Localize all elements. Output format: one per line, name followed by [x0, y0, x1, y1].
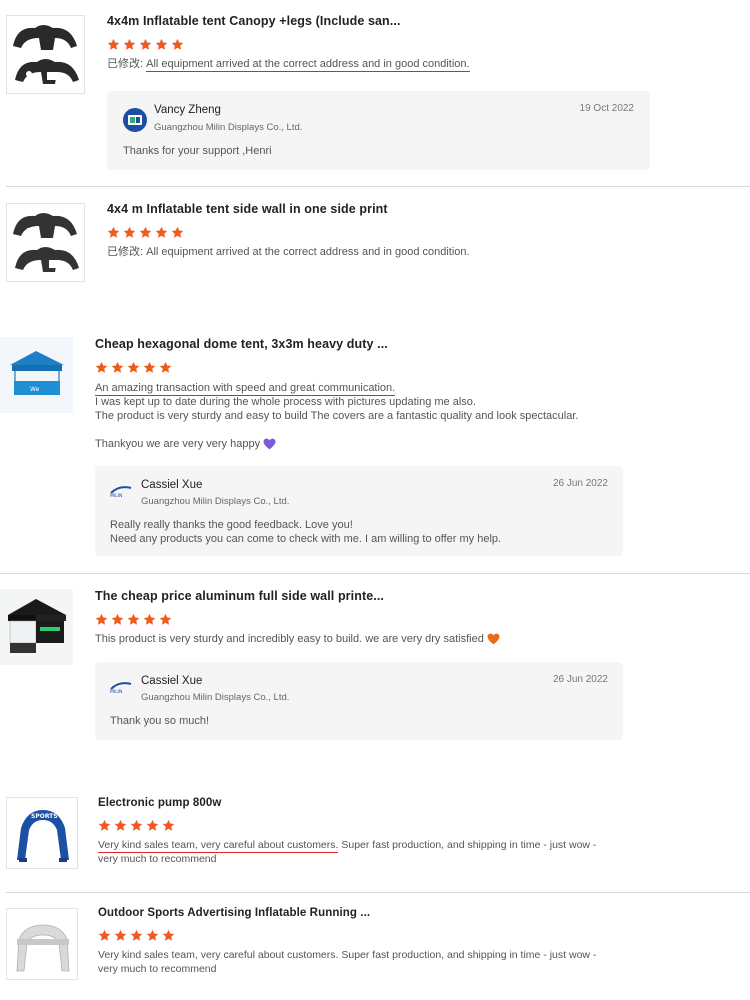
star-icon: [107, 226, 120, 238]
star-icon: [111, 361, 124, 373]
seller-reply: MILIN Cassiel Xue Guangzhou Milin Displa…: [95, 466, 623, 556]
review-text-line: The product is very sturdy and easy to b…: [95, 410, 579, 422]
reply-text: Thanks for your support ,Henri: [123, 145, 272, 157]
star-icon: [130, 929, 143, 941]
star-rating: [95, 613, 500, 628]
seller-name: Cassiel Xue: [141, 675, 203, 687]
star-icon: [159, 613, 172, 625]
divider: [0, 573, 750, 574]
review-text: An amazing transaction with speed and gr…: [95, 381, 578, 451]
divider: [6, 186, 750, 187]
star-icon: [171, 226, 184, 238]
star-icon: [123, 226, 136, 238]
seller-company: Guangzhou Milin Displays Co., Ltd.: [154, 122, 303, 133]
star-icon: [114, 929, 127, 941]
star-rating: [98, 819, 596, 834]
star-icon: [114, 819, 127, 831]
reply-text: Thank you so much!: [110, 715, 210, 727]
star-rating: [107, 38, 470, 53]
reply-date: 26 Jun 2022: [552, 674, 608, 685]
review-text-line: Very kind sales team, very careful about…: [98, 949, 597, 961]
review-text-rest: Super fast production, and shipping in t…: [338, 839, 597, 851]
star-icon: [139, 38, 152, 50]
star-icon: [95, 613, 108, 625]
star-icon: [127, 613, 140, 625]
svg-text:MILIN: MILIN: [110, 689, 122, 695]
review-text-line: very much to recommend: [98, 853, 217, 865]
review-text: This product is very sturdy and incredib…: [95, 632, 500, 646]
star-icon: [155, 38, 168, 50]
star-icon: [162, 819, 175, 831]
reply-text-line: Really really thanks the good feedback. …: [110, 519, 353, 531]
review-text-line: I was kept up to date during the whole p…: [95, 396, 476, 408]
seller-logo-icon: MILIN: [110, 486, 132, 499]
product-thumbnail[interactable]: SPORTS: [6, 797, 78, 869]
review-text: Very kind sales team, very careful about…: [98, 948, 596, 976]
star-rating: [95, 361, 578, 376]
star-icon: [159, 361, 172, 373]
seller-company: Guangzhou Milin Displays Co., Ltd.: [141, 692, 290, 703]
product-title[interactable]: Electronic pump 800w: [98, 797, 596, 809]
seller-name: Vancy Zheng: [154, 104, 221, 116]
review-text-body: All equipment arrived at the correct add…: [146, 58, 470, 72]
seller-name: Cassiel Xue: [141, 479, 203, 491]
product-title[interactable]: 4x4 m Inflatable tent side wall in one s…: [107, 202, 470, 216]
star-icon: [143, 613, 156, 625]
reply-text-line: Need any products you can come to check …: [110, 533, 502, 545]
product-title[interactable]: 4x4m Inflatable tent Canopy +legs (Inclu…: [107, 14, 470, 28]
star-icon: [107, 38, 120, 50]
purple-heart-icon: [263, 438, 276, 450]
review-text-body: This product is very sturdy and incredib…: [95, 633, 484, 645]
review-text-line: Thankyou we are very very happy: [95, 438, 261, 450]
divider: [6, 892, 750, 893]
review-text-line: very much to recommend: [98, 963, 217, 975]
edited-prefix: 已修改:: [107, 58, 144, 70]
star-icon: [98, 819, 111, 831]
star-icon: [146, 819, 159, 831]
star-icon: [123, 38, 136, 50]
review-text-body: All equipment arrived at the correct add…: [146, 246, 470, 258]
reply-date: 19 Oct 2022: [579, 103, 634, 114]
seller-logo-icon: [123, 108, 147, 132]
seller-reply: MILIN Cassiel Xue Guangzhou Milin Displa…: [95, 662, 623, 740]
review-text: 已修改: All equipment arrived at the correc…: [107, 57, 470, 72]
star-rating: [107, 226, 470, 241]
seller-company: Guangzhou Milin Displays Co., Ltd.: [141, 496, 290, 507]
star-icon: [155, 226, 168, 238]
seller-logo-icon: MILIN: [110, 682, 132, 695]
star-icon: [162, 929, 175, 941]
star-icon: [146, 929, 159, 941]
product-title[interactable]: The cheap price aluminum full side wall …: [95, 589, 500, 603]
product-thumbnail[interactable]: [6, 203, 85, 282]
reply-date: 26 Jun 2022: [552, 478, 608, 489]
star-icon: [127, 361, 140, 373]
star-icon: [95, 361, 108, 373]
svg-text:SPORTS: SPORTS: [31, 813, 58, 820]
review-text-underlined: Very kind sales team, very careful about…: [98, 839, 339, 853]
orange-heart-icon: [487, 633, 500, 645]
seller-reply: Vancy Zheng Guangzhou Milin Displays Co.…: [107, 91, 650, 170]
edited-prefix: 已修改:: [107, 246, 144, 258]
review-text: 已修改: All equipment arrived at the correc…: [107, 245, 470, 259]
product-thumbnail[interactable]: [6, 15, 85, 94]
product-thumbnail[interactable]: [0, 589, 73, 665]
star-icon: [98, 929, 111, 941]
star-icon: [171, 38, 184, 50]
star-icon: [130, 819, 143, 831]
svg-text:We: We: [30, 386, 40, 393]
product-thumbnail[interactable]: [6, 908, 78, 980]
review-text-line: An amazing transaction with speed and gr…: [95, 382, 396, 396]
product-title[interactable]: Cheap hexagonal dome tent, 3x3m heavy du…: [95, 337, 578, 351]
star-icon: [111, 613, 124, 625]
star-rating: [98, 929, 596, 944]
svg-text:MILIN: MILIN: [110, 493, 122, 499]
review-text: Very kind sales team, very careful about…: [98, 838, 596, 866]
product-thumbnail[interactable]: We: [0, 337, 73, 413]
reply-text: Really really thanks the good feedback. …: [110, 518, 501, 546]
product-title[interactable]: Outdoor Sports Advertising Inflatable Ru…: [98, 907, 596, 919]
star-icon: [139, 226, 152, 238]
star-icon: [143, 361, 156, 373]
